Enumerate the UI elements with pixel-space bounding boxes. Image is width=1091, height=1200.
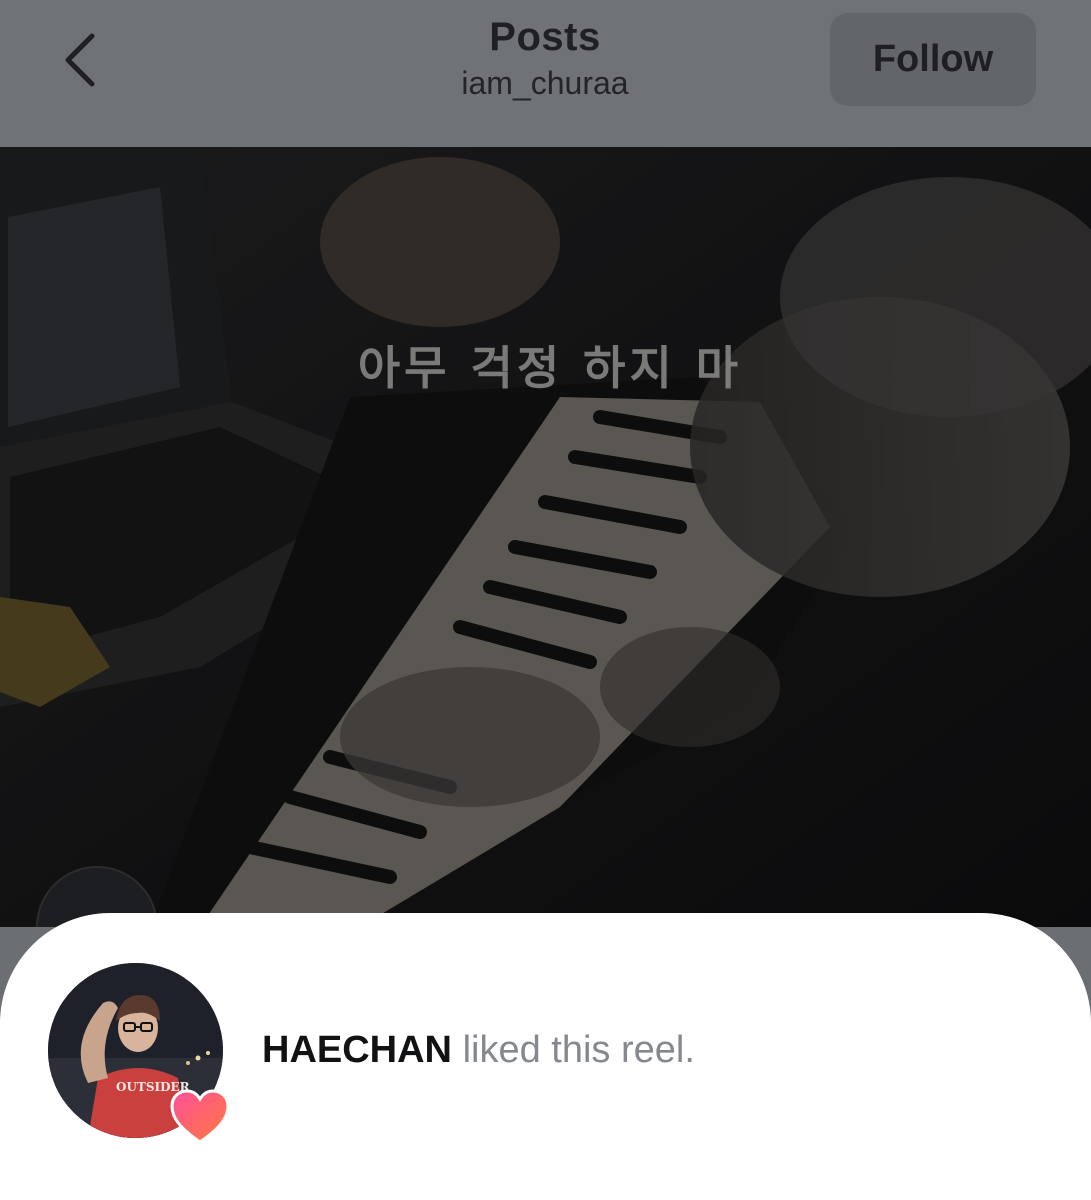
title-block: Posts iam_churaa (345, 12, 745, 104)
liker-name[interactable]: HAECHAN (262, 1029, 452, 1071)
reel-video[interactable]: 아무 걱정 하지 마 (0, 147, 1091, 927)
chevron-left-icon (65, 33, 95, 87)
top-bar: Posts iam_churaa Follow (0, 0, 1091, 147)
page-title: Posts (489, 15, 601, 59)
like-action-text: liked this reel. (462, 1029, 695, 1071)
video-subtitle: 아무 걱정 하지 마 (357, 341, 743, 395)
account-username[interactable]: iam_churaa (345, 62, 745, 104)
like-notification-sheet: OUTSIDER HAECHAN liked this reel. (0, 913, 1091, 1200)
follow-button[interactable]: Follow (830, 13, 1036, 106)
reel-screen: Posts iam_churaa Follow 아무 걱정 하지 마 OUTSI… (0, 0, 1091, 1200)
video-frame (0, 147, 1091, 927)
heart-icon (170, 1089, 230, 1144)
back-button[interactable] (50, 28, 110, 92)
like-message: HAECHAN liked this reel. (262, 1026, 695, 1074)
